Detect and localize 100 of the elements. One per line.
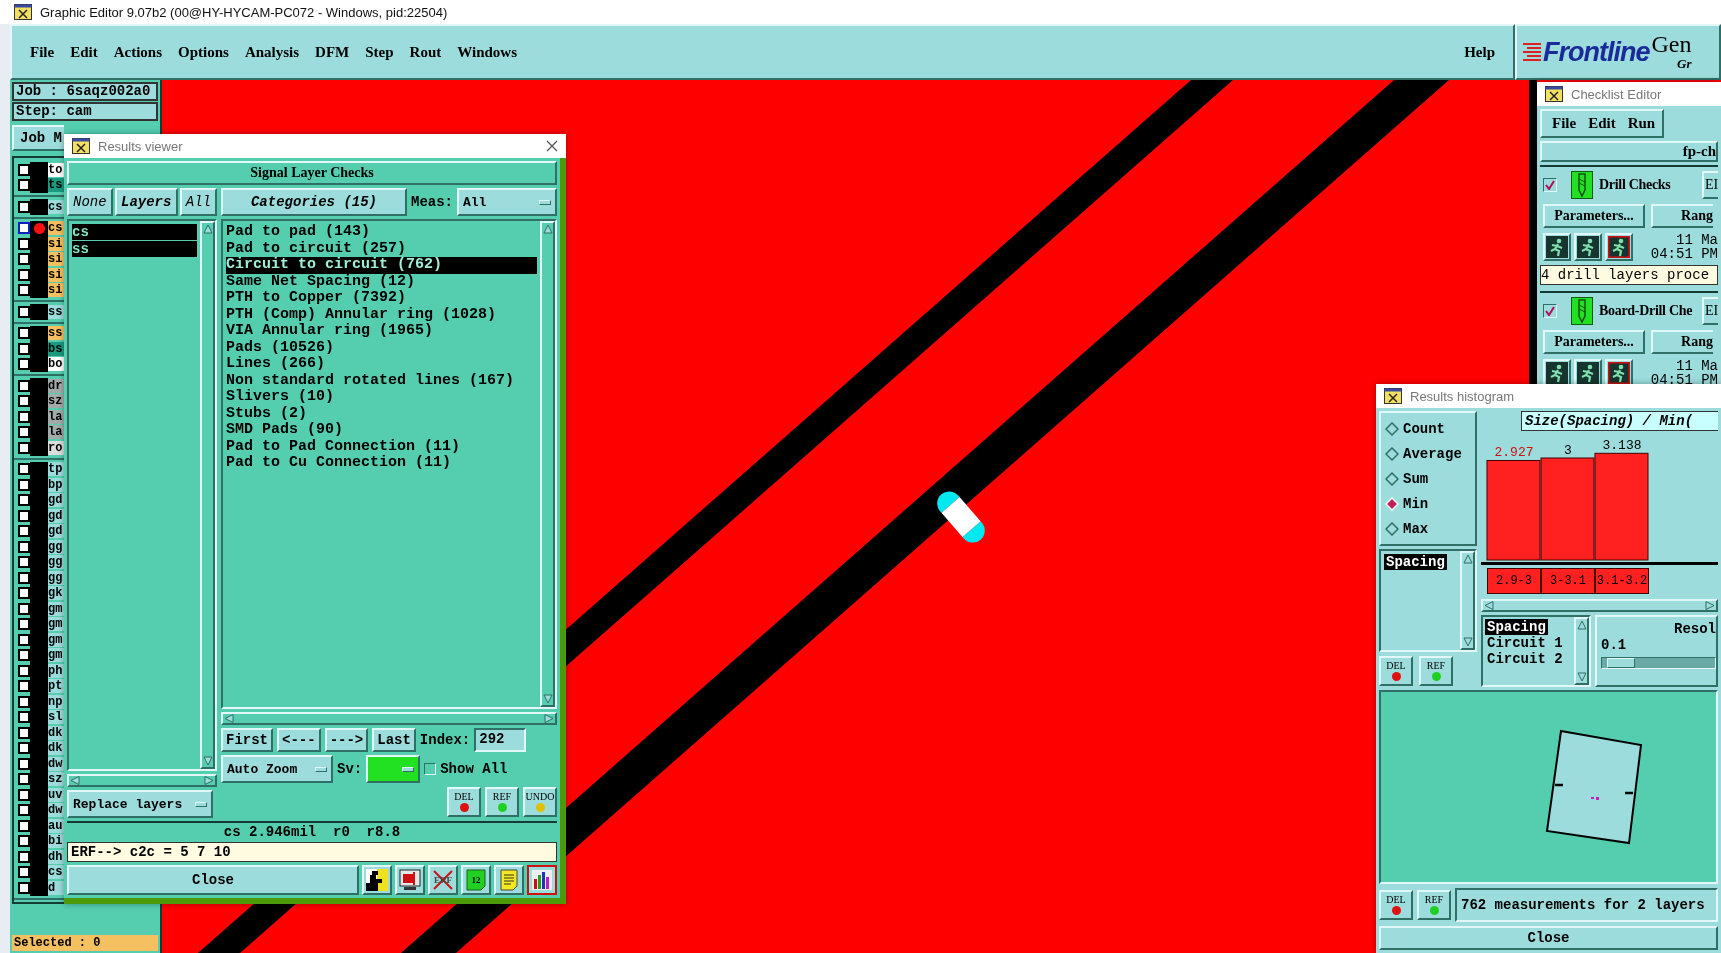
layer-checkbox[interactable] xyxy=(18,773,30,786)
layer-checkbox[interactable] xyxy=(18,587,30,600)
menu-item[interactable]: DFM xyxy=(307,43,358,61)
vertical-scrollbar[interactable] xyxy=(1574,617,1589,685)
vertical-scrollbar[interactable] xyxy=(1460,551,1475,650)
layer-checkbox[interactable] xyxy=(18,618,30,631)
mode-radio[interactable]: Sum xyxy=(1385,466,1471,491)
layer-filter-button[interactable]: All xyxy=(179,188,217,216)
layer-checkbox[interactable] xyxy=(18,525,30,538)
menu-item[interactable]: Edit xyxy=(1584,115,1620,132)
scroll-down-icon[interactable] xyxy=(1576,672,1587,682)
column-item[interactable]: Spacing xyxy=(1485,619,1548,635)
layer-name[interactable]: cs xyxy=(48,221,64,236)
refresh-button[interactable]: REF xyxy=(485,787,519,817)
layer-checkbox[interactable] xyxy=(18,342,30,355)
layer-checkbox[interactable] xyxy=(18,742,30,755)
job-matrix-button[interactable]: Job M xyxy=(12,125,64,151)
layer-name[interactable]: gg xyxy=(48,555,64,570)
vertical-scrollbar[interactable] xyxy=(540,221,555,707)
delete-button[interactable]: DEL xyxy=(1379,656,1413,686)
layer-checkbox[interactable] xyxy=(18,163,30,176)
categories-button[interactable]: Categories (15) xyxy=(221,188,407,216)
horizontal-scrollbar[interactable] xyxy=(67,774,217,787)
layer-checkbox[interactable] xyxy=(18,757,30,770)
layer-name[interactable]: ss xyxy=(48,326,64,341)
layer-checkbox[interactable] xyxy=(18,358,30,371)
category-item[interactable]: Lines (266) xyxy=(226,356,537,373)
layer-name[interactable]: bi xyxy=(48,834,64,849)
layer-name[interactable]: dk xyxy=(48,725,64,740)
layer-filter-button[interactable]: Layers xyxy=(114,188,178,216)
layer-checkbox[interactable] xyxy=(18,881,30,894)
layer-item[interactable]: ss xyxy=(72,241,197,257)
scroll-down-icon[interactable] xyxy=(1462,637,1473,647)
run-button[interactable] xyxy=(1543,233,1571,261)
layer-name[interactable]: gk xyxy=(48,586,64,601)
layer-checkbox[interactable] xyxy=(18,649,30,662)
layer-checkbox[interactable] xyxy=(18,463,30,476)
meas-dropdown[interactable]: All xyxy=(457,188,557,216)
layer-name[interactable]: sl xyxy=(48,710,64,725)
layer-checkbox[interactable] xyxy=(18,540,30,553)
layer-name[interactable]: gd xyxy=(48,524,64,539)
menu-item[interactable]: Rout xyxy=(401,43,450,61)
close-icon[interactable] xyxy=(546,139,558,152)
layer-name[interactable]: gm xyxy=(48,632,64,647)
menu-item[interactable]: Analysis xyxy=(236,43,308,61)
column-item[interactable]: Circuit 2 xyxy=(1485,651,1565,667)
layer-checkbox[interactable] xyxy=(18,237,30,250)
column-item[interactable]: Circuit 1 xyxy=(1485,635,1565,651)
layer-checkbox[interactable] xyxy=(18,633,30,646)
resolution-slider[interactable] xyxy=(1601,657,1716,669)
action-checkbox[interactable] xyxy=(1543,304,1557,318)
horizontal-scrollbar[interactable] xyxy=(221,712,557,725)
category-item[interactable]: SMD Pads (90) xyxy=(226,422,537,439)
menu-item[interactable]: Step xyxy=(357,43,402,61)
layer-name[interactable]: bo xyxy=(48,357,64,372)
layer-checkbox[interactable] xyxy=(18,478,30,491)
layer-name[interactable]: si xyxy=(48,252,64,267)
category-item[interactable]: Same Net Spacing (12) xyxy=(226,273,537,290)
scroll-down-icon[interactable] xyxy=(202,756,213,766)
layer-checkbox[interactable] xyxy=(18,253,30,266)
menu-item[interactable]: Run xyxy=(1623,115,1660,132)
menu-item[interactable]: File xyxy=(1548,115,1581,132)
parameters-button[interactable]: Parameters... xyxy=(1543,330,1645,354)
close-button[interactable]: Close xyxy=(1379,926,1718,950)
ranges-button[interactable]: Rang xyxy=(1651,330,1713,354)
navigation-button[interactable]: Last xyxy=(372,728,416,752)
index-field[interactable]: 292 xyxy=(474,728,527,752)
help-menu[interactable]: Help xyxy=(1456,43,1503,61)
erf-button[interactable]: EI xyxy=(1702,297,1718,325)
layer-checkbox[interactable] xyxy=(18,850,30,863)
close-button[interactable]: Close xyxy=(67,865,359,895)
category-item[interactable]: PTH (Comp) Annular ring (1028) xyxy=(226,306,537,323)
layer-name[interactable]: si xyxy=(48,267,64,282)
layer-name[interactable]: dh xyxy=(48,849,64,864)
category-item[interactable]: Stubs (2) xyxy=(226,405,537,422)
layer-name[interactable]: dw xyxy=(48,803,64,818)
category-item[interactable]: Circuit to circuit (762) xyxy=(226,257,537,274)
mode-radio[interactable]: Min xyxy=(1385,491,1471,516)
layer-checkbox[interactable] xyxy=(18,222,30,235)
layer-name[interactable]: cs xyxy=(48,865,64,880)
scroll-left-icon[interactable] xyxy=(224,714,234,723)
category-item[interactable]: Slivers (10) xyxy=(226,389,537,406)
layer-name[interactable]: bs xyxy=(48,341,64,356)
layer-checkbox[interactable] xyxy=(18,866,30,879)
scroll-up-icon[interactable] xyxy=(1576,620,1587,630)
navigation-button[interactable]: ---> xyxy=(324,728,369,752)
zoom-dropdown[interactable]: Auto Zoom xyxy=(221,755,333,783)
layer-checkbox[interactable] xyxy=(18,726,30,739)
layer-name[interactable]: gm xyxy=(48,601,64,616)
run-button[interactable] xyxy=(1605,233,1633,261)
layer-checkbox[interactable] xyxy=(18,395,30,408)
layer-name[interactable]: dr xyxy=(48,378,64,393)
monitor-button[interactable] xyxy=(395,865,425,895)
layer-checkbox[interactable] xyxy=(18,804,30,817)
layer-name[interactable]: gg xyxy=(48,570,64,585)
layer-checkbox[interactable] xyxy=(18,494,30,507)
scroll-down-icon[interactable] xyxy=(542,694,553,704)
menu-item[interactable]: Options xyxy=(170,43,237,61)
mode-radio[interactable]: Max xyxy=(1385,516,1471,541)
replace-layers-dropdown[interactable]: Replace layers xyxy=(67,790,213,818)
